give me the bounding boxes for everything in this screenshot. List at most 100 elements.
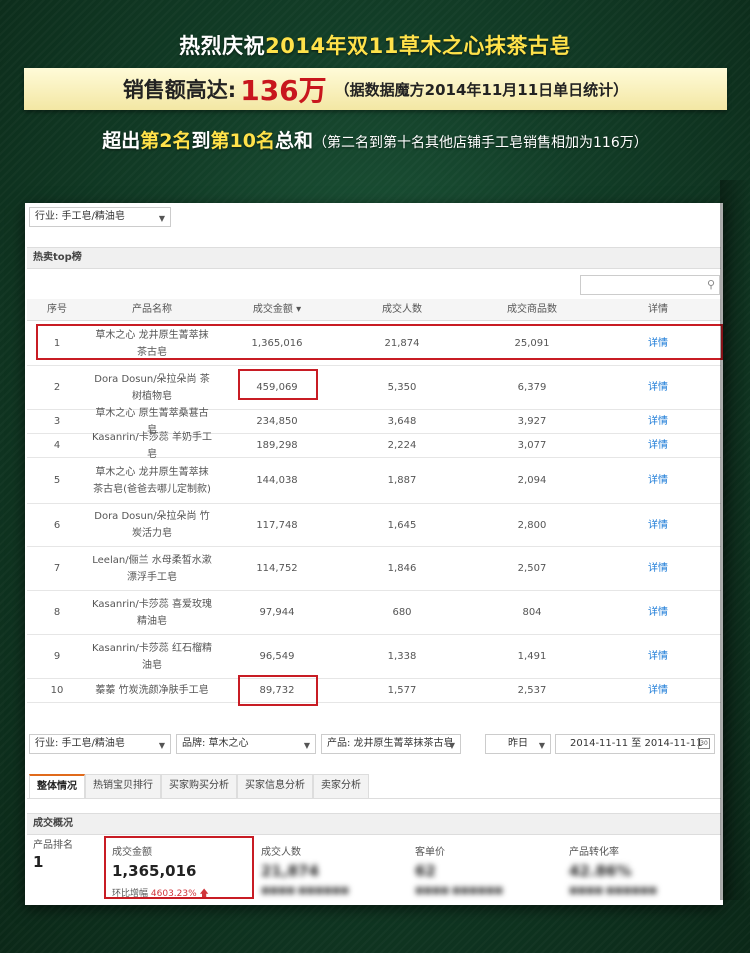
tabs-divider: [27, 798, 721, 799]
cell-rank: 8: [53, 607, 61, 618]
tab-hot-items[interactable]: 热销宝贝排行: [85, 774, 161, 798]
table-row: 7 Leelan/俪兰 水母柔皙水漱漂浮手工皂 114,752 1,846 2,507 详…: [27, 547, 721, 591]
cell-rank: 2: [53, 382, 61, 393]
overview-header: 成交概况: [27, 813, 721, 835]
cell-buyers: 1,645: [387, 519, 417, 531]
detail-link[interactable]: 详情: [597, 547, 719, 590]
table-row: 2 Dora Dosun/朵拉朵尚 茶树植物皂 459,069 5,350 6,379 详…: [27, 366, 721, 410]
cell-items: 804: [522, 607, 542, 618]
col-detail: 详情: [648, 304, 668, 315]
search-input[interactable]: ⚲: [580, 275, 720, 295]
comparison-line: 超出第2名到第10名总和（第二名到第十名其他店铺手工皂销售相加为116万）: [0, 126, 750, 153]
metric-amount-growth: 环比增幅 4603.23% 🡅: [112, 886, 247, 902]
detail-link[interactable]: 详情: [597, 366, 719, 409]
cell-rank: 3: [53, 416, 61, 427]
brand-select[interactable]: 品牌: 草木之心 ▼: [176, 734, 316, 754]
cell-name: Dora Dosun/朵拉朵尚 竹炭活力皂: [94, 511, 210, 539]
overview-summary: 产品排名 1 成交金额 1,365,016 环比增幅 4603.23% 🡅 成交…: [27, 836, 721, 902]
sales-banner: 销售额高达: 136万 （据数据魔方2014年11月11日单日统计）: [24, 68, 727, 110]
tab-seller[interactable]: 卖家分析: [313, 774, 369, 798]
page-curl-shadow: [720, 180, 750, 900]
cell-buyers: 21,874: [384, 338, 420, 349]
tab-buyer-info[interactable]: 买家信息分析: [237, 774, 313, 798]
cell-rank: 4: [53, 440, 61, 451]
metric-avg-price: 客单价 62 ■■■■ ■■■■■■: [415, 836, 565, 902]
data-cube-screenshot: 行业: 手工皂/精油皂 ▼ 热卖top榜 ⚲ 序号 产品名称 成交金额 ▾ 成交…: [25, 203, 723, 905]
date-range-text: 2014-11-11 至 2014-11-11: [570, 738, 703, 749]
metric-price-label: 客单价: [415, 847, 445, 858]
comparison-rank-10: 第10名: [210, 130, 275, 152]
metric-buyers: 成交人数 21,874 ■■■■ ■■■■■■: [261, 836, 411, 902]
metric-buyers-label: 成交人数: [261, 847, 301, 858]
tab-buyer-purchase[interactable]: 买家购买分析: [161, 774, 237, 798]
tab-overview[interactable]: 整体情况: [29, 774, 85, 798]
sort-desc-icon: ▾: [292, 304, 302, 315]
cell-amount: 97,944: [259, 607, 295, 618]
cell-amount: 1,365,016: [251, 338, 303, 349]
chevron-down-icon: ▼: [158, 214, 165, 223]
industry-select[interactable]: 行业: 手工皂/精油皂 ▼: [29, 207, 171, 227]
cell-rank: 10: [50, 685, 64, 696]
detail-link[interactable]: 详情: [597, 504, 719, 546]
cell-items: 3,927: [517, 416, 547, 427]
comparison-text: 超出: [102, 130, 141, 152]
table-row: 9 Kasanrin/卡莎蕊 红石榴精油皂 96,549 1,338 1,491 详情: [27, 635, 721, 679]
col-product-name[interactable]: 产品名称: [87, 299, 217, 321]
cell-amount: 234,850: [256, 416, 298, 427]
metric-rank-label: 产品排名: [33, 840, 73, 851]
col-buyers[interactable]: 成交人数: [337, 299, 467, 321]
detail-link[interactable]: 详情: [597, 635, 719, 678]
detail-link[interactable]: 详情: [597, 434, 719, 457]
detail-link[interactable]: 详情: [597, 322, 719, 365]
growth-label: 环比增幅: [112, 889, 149, 899]
detail-link[interactable]: 详情: [597, 679, 719, 702]
cell-buyers: 1,338: [387, 651, 417, 662]
product-select-label: 产品: 龙井原生菁萃抹茶古皂: [327, 738, 454, 749]
cell-items: 2,507: [517, 563, 547, 574]
cell-amount: 144,038: [256, 475, 298, 486]
industry-select-2[interactable]: 行业: 手工皂/精油皂 ▼: [29, 734, 171, 754]
cell-items: 2,537: [517, 685, 547, 696]
table-row: 4 Kasanrin/卡莎蕊 羊奶手工皂 189,298 2,224 3,077 详情: [27, 431, 721, 460]
detail-link[interactable]: 详情: [597, 410, 719, 433]
table-row: 1 草木之心 龙井原生菁萃抹茶古皂 1,365,016 21,874 25,091 详情: [27, 322, 721, 366]
metric-rank: 产品排名 1: [33, 836, 103, 902]
search-icon: ⚲: [706, 278, 715, 291]
metric-conversion: 产品转化率 42.86% ■■■■ ■■■■■■: [569, 836, 719, 902]
cell-name: Kasanrin/卡莎蕊 羊奶手工皂: [92, 431, 212, 460]
col-rank: 序号: [47, 304, 67, 315]
growth-value: 4603.23%: [150, 889, 197, 899]
detail-link[interactable]: 详情: [597, 591, 719, 634]
cell-items: 6,379: [517, 382, 547, 393]
banner-title-part: 热烈庆祝: [179, 34, 266, 58]
table-row: 10 蓁蓁 竹炭洗颜净肤手工皂 89,732 1,577 2,537 详情: [27, 679, 721, 703]
product-select[interactable]: 产品: 龙井原生菁萃抹茶古皂 ▼: [321, 734, 461, 754]
col-items[interactable]: 成交商品数: [467, 299, 597, 321]
chevron-down-icon: ▼: [448, 741, 455, 750]
sales-amount: 136万: [240, 74, 327, 107]
arrow-up-icon: 🡅: [199, 889, 209, 899]
table-row: 8 Kasanrin/卡莎蕊 喜爱玫瑰精油皂 97,944 680 804 详情: [27, 591, 721, 635]
cell-amount: 117,748: [256, 519, 298, 531]
table-row: 6 Dora Dosun/朵拉朵尚 竹炭活力皂 117,748 1,645 2,800 详…: [27, 504, 721, 547]
metric-conv-sub: ■■■■ ■■■■■■: [569, 886, 657, 896]
col-amount[interactable]: 成交金额 ▾: [217, 299, 337, 321]
metric-rank-value: 1: [33, 853, 44, 871]
period-select[interactable]: 昨日 ▼: [485, 734, 551, 754]
industry-select-2-label: 行业: 手工皂/精油皂: [35, 738, 125, 749]
metric-buyers-value: 21,874: [261, 862, 319, 880]
industry-select-label: 行业: 手工皂/精油皂: [35, 211, 125, 222]
cell-amount: 459,069: [256, 382, 298, 393]
date-range-picker[interactable]: 2014-11-11 至 2014-11-11 30: [555, 734, 715, 754]
cell-buyers: 1,887: [387, 475, 417, 486]
cell-name: Dora Dosun/朵拉朵尚 茶树植物皂: [94, 373, 210, 402]
cell-buyers: 5,350: [387, 382, 417, 393]
cell-name: Leelan/俪兰 水母柔皙水漱漂浮手工皂: [92, 554, 212, 583]
banner-title: 热烈庆祝2014年双11草木之心抹茶古皂: [0, 30, 750, 60]
table-row: 5 草木之心 龙井原生菁萃抹茶古皂(爸爸去哪儿定制款) 144,038 1,887 2,…: [27, 458, 721, 504]
detail-link[interactable]: 详情: [597, 458, 719, 503]
banner-title-highlight: 2014年双11草木之心: [265, 34, 485, 58]
cell-items: 2,094: [517, 475, 547, 486]
cell-buyers: 2,224: [387, 440, 417, 451]
calendar-icon[interactable]: 30: [698, 738, 710, 749]
